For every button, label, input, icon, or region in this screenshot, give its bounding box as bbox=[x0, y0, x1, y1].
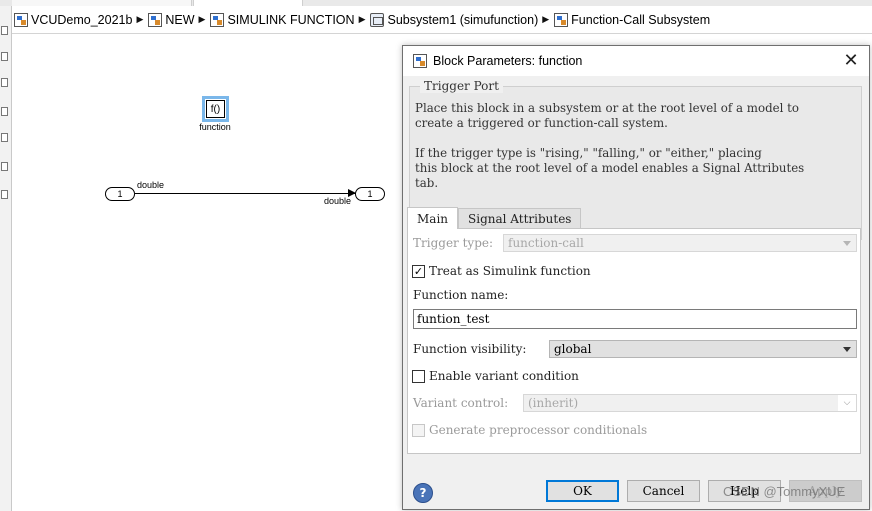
trigger-port-block[interactable]: f() bbox=[202, 96, 229, 122]
toolbar-icon[interactable] bbox=[1, 133, 8, 142]
group-title: Trigger Port bbox=[420, 79, 503, 93]
signal-type-label-in: double bbox=[324, 196, 352, 206]
enable-variant-condition-checkbox[interactable] bbox=[412, 370, 425, 383]
ok-button[interactable]: OK bbox=[546, 480, 619, 502]
outport-block[interactable]: 1 bbox=[355, 187, 385, 201]
function-name-label: Function name: bbox=[413, 288, 509, 302]
dialog-title: Block Parameters: function bbox=[433, 54, 583, 68]
variant-control-value: (inherit) bbox=[528, 396, 579, 410]
function-visibility-dropdown[interactable]: global bbox=[549, 340, 857, 358]
breadcrumb-item-function-call-subsystem[interactable]: Function-Call Subsystem bbox=[554, 12, 711, 27]
watermark: CSDN @TommyXUE bbox=[723, 484, 846, 499]
model-icon bbox=[148, 12, 163, 27]
chevron-down-icon bbox=[843, 347, 851, 352]
function-name-input[interactable]: funtion_test bbox=[413, 309, 857, 329]
breadcrumb-separator-icon: ▶ bbox=[198, 14, 206, 24]
cancel-button[interactable]: Cancel bbox=[627, 480, 700, 502]
toolbar-icon[interactable] bbox=[1, 162, 8, 171]
breadcrumb-label: Subsystem1 (simufunction) bbox=[387, 12, 539, 27]
chevron-down-icon bbox=[843, 241, 851, 246]
breadcrumb-label: Function-Call Subsystem bbox=[571, 12, 711, 27]
help-icon[interactable]: ? bbox=[413, 483, 433, 503]
inport-block[interactable]: 1 bbox=[105, 187, 135, 201]
breadcrumb-item-subsystem1[interactable]: Subsystem1 (simufunction) bbox=[370, 12, 539, 27]
model-icon bbox=[210, 12, 225, 27]
treat-as-simulink-function-label: Treat as Simulink function bbox=[429, 264, 591, 278]
toolbar-icon[interactable] bbox=[1, 26, 8, 35]
breadcrumb: VCUDemo_2021b ▶ NEW ▶ SIMULINK FUNCTION … bbox=[12, 6, 872, 34]
tab-main[interactable]: Main bbox=[407, 207, 459, 229]
tab-signal-attributes[interactable]: Signal Attributes bbox=[458, 208, 582, 229]
enable-variant-condition-label: Enable variant condition bbox=[429, 369, 579, 383]
breadcrumb-separator-icon: ▶ bbox=[542, 14, 550, 24]
variant-control-label: Variant control: bbox=[413, 396, 509, 410]
toolbar-icon[interactable] bbox=[1, 78, 8, 87]
toolbar-icon[interactable] bbox=[1, 190, 8, 199]
signal-type-label-out: double bbox=[137, 180, 165, 190]
trigger-type-dropdown: function-call bbox=[503, 234, 857, 252]
main-tab-panel: Trigger type: function-call ✓ Treat as S… bbox=[407, 228, 861, 454]
treat-as-simulink-function-checkbox[interactable]: ✓ bbox=[412, 265, 425, 278]
breadcrumb-item-simulink-function[interactable]: SIMULINK FUNCTION bbox=[210, 12, 355, 27]
trigger-type-label: Trigger type: bbox=[413, 236, 494, 250]
trigger-block-symbol: f() bbox=[206, 100, 225, 118]
breadcrumb-label: VCUDemo_2021b bbox=[31, 12, 133, 27]
simulink-icon bbox=[413, 54, 427, 68]
variant-control-combo: (inherit) ⌵ bbox=[523, 394, 857, 412]
breadcrumb-separator-icon: ▶ bbox=[358, 14, 366, 24]
dialog-title-bar[interactable]: Block Parameters: function ✕ bbox=[403, 46, 869, 76]
chevron-down-icon: ⌵ bbox=[838, 395, 856, 411]
trigger-type-value: function-call bbox=[508, 236, 584, 250]
function-visibility-value: global bbox=[554, 342, 592, 356]
model-icon bbox=[14, 12, 28, 27]
toolbar-icon[interactable] bbox=[1, 52, 8, 61]
signal-line[interactable] bbox=[135, 193, 357, 194]
generate-preprocessor-label: Generate preprocessor conditionals bbox=[429, 423, 648, 437]
trigger-block-label[interactable]: function bbox=[185, 122, 245, 132]
parameter-tabs: Main Signal Attributes bbox=[407, 207, 582, 229]
generate-preprocessor-checkbox bbox=[412, 424, 425, 437]
subsystem-icon bbox=[370, 12, 385, 27]
model-icon bbox=[554, 12, 569, 27]
breadcrumb-separator-icon: ▶ bbox=[136, 14, 144, 24]
function-visibility-label: Function visibility: bbox=[413, 342, 527, 356]
breadcrumb-label: NEW bbox=[165, 12, 195, 27]
breadcrumb-item-new[interactable]: NEW bbox=[148, 12, 195, 27]
close-icon[interactable]: ✕ bbox=[841, 51, 861, 71]
left-toolbar bbox=[0, 6, 12, 511]
block-parameters-dialog: Block Parameters: function ✕ Trigger Por… bbox=[402, 45, 870, 510]
breadcrumb-item-vcudemo[interactable]: VCUDemo_2021b bbox=[14, 12, 133, 27]
toolbar-icon[interactable] bbox=[1, 107, 8, 116]
block-description: Place this block in a subsystem or at th… bbox=[415, 101, 805, 190]
breadcrumb-label: SIMULINK FUNCTION bbox=[227, 12, 355, 27]
